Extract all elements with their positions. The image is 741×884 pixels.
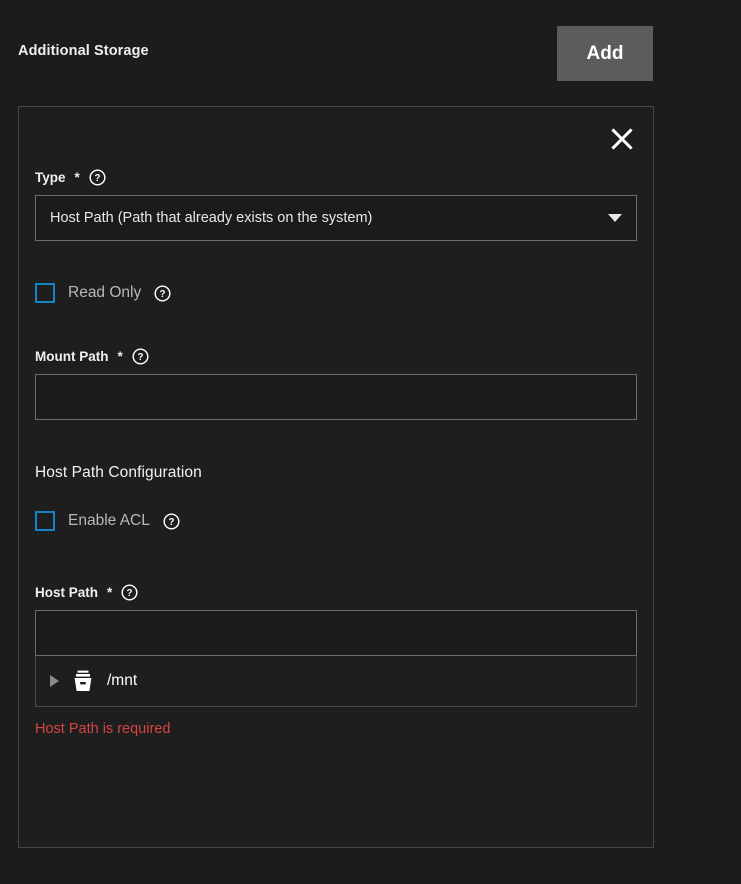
- spacer: [35, 241, 637, 283]
- host-path-configuration-heading: Host Path Configuration: [35, 464, 637, 482]
- mount-path-label: Mount Path: [35, 350, 109, 364]
- enable-acl-checkbox[interactable]: [35, 511, 55, 531]
- type-select-value: Host Path (Path that already exists on t…: [50, 210, 598, 226]
- type-label: Type: [35, 171, 66, 185]
- mount-path-label-row: Mount Path * ?: [35, 348, 637, 365]
- additional-storage-card: Type * ? Host Path (Path that already ex…: [18, 106, 654, 848]
- help-circle-icon[interactable]: ?: [163, 513, 180, 530]
- type-label-row: Type * ?: [35, 169, 637, 186]
- help-circle-icon[interactable]: ?: [132, 348, 149, 365]
- read-only-checkbox[interactable]: [35, 283, 55, 303]
- mount-path-required-marker: *: [118, 350, 123, 364]
- svg-text:?: ?: [94, 173, 100, 184]
- host-path-label: Host Path: [35, 586, 98, 600]
- enable-acl-checkbox-row[interactable]: Enable ACL ?: [35, 511, 637, 531]
- spacer: [35, 482, 637, 511]
- svg-text:?: ?: [160, 289, 166, 300]
- page-title: Additional Storage: [18, 43, 149, 59]
- host-path-input[interactable]: [35, 610, 637, 656]
- read-only-label: Read Only: [68, 284, 141, 302]
- add-button[interactable]: Add: [557, 26, 653, 81]
- svg-text:?: ?: [168, 517, 174, 528]
- tree-item-mnt[interactable]: /mnt: [36, 656, 636, 706]
- spacer: [35, 531, 637, 584]
- triangle-right-icon[interactable]: [50, 675, 59, 687]
- help-circle-icon[interactable]: ?: [89, 169, 106, 186]
- read-only-checkbox-row[interactable]: Read Only ?: [35, 283, 637, 303]
- spacer: [35, 420, 637, 464]
- help-circle-icon[interactable]: ?: [154, 285, 171, 302]
- spacer: [35, 303, 637, 348]
- enable-acl-label: Enable ACL: [68, 512, 150, 530]
- archive-folder-icon: [71, 669, 95, 693]
- additional-storage-header: Additional Storage Add: [0, 26, 741, 86]
- card-body: Type * ? Host Path (Path that already ex…: [35, 169, 637, 737]
- chevron-down-icon: [608, 214, 622, 222]
- tree-item-label: /mnt: [107, 672, 137, 690]
- type-required-marker: *: [75, 171, 80, 185]
- mount-path-input[interactable]: [35, 374, 637, 420]
- svg-text:?: ?: [127, 588, 133, 599]
- svg-text:?: ?: [137, 352, 143, 363]
- type-select[interactable]: Host Path (Path that already exists on t…: [35, 195, 637, 241]
- host-path-required-marker: *: [107, 586, 112, 600]
- host-path-label-row: Host Path * ?: [35, 584, 637, 601]
- help-circle-icon[interactable]: ?: [121, 584, 138, 601]
- close-button[interactable]: [605, 123, 639, 157]
- host-path-error-message: Host Path is required: [35, 721, 637, 737]
- close-icon: [610, 127, 634, 154]
- host-path-tree: /mnt: [35, 656, 637, 707]
